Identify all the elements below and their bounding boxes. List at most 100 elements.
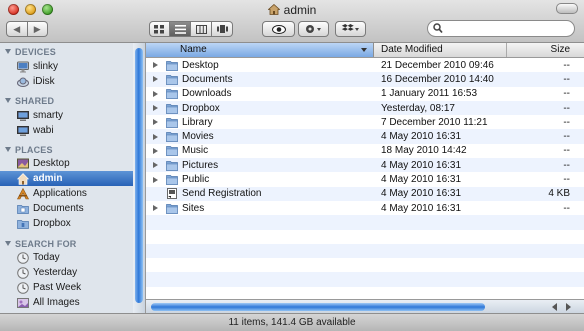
clock-icon — [17, 266, 29, 279]
search-input[interactable] — [448, 22, 568, 34]
folder-icon — [166, 103, 178, 114]
file-name: Public — [182, 174, 210, 186]
coverflow-icon — [216, 24, 228, 33]
quick-look-button[interactable] — [262, 21, 295, 37]
folder-icon — [166, 146, 178, 157]
disclosure-triangle-icon[interactable] — [153, 133, 158, 140]
disclosure-triangle-icon[interactable] — [153, 76, 158, 83]
folder-icon — [166, 160, 178, 171]
file-row[interactable]: Pictures 4 May 2010 16:31 -- — [146, 158, 584, 173]
list-view-button[interactable] — [170, 21, 191, 37]
idisk-icon — [17, 77, 29, 87]
coverflow-view-button[interactable] — [212, 21, 233, 37]
disclosure-triangle-icon[interactable] — [153, 62, 158, 69]
file-row[interactable]: Downloads 1 January 2011 16:53 -- — [146, 87, 584, 101]
disclosure-triangle-icon[interactable] — [153, 147, 158, 154]
date-modified: 21 December 2010 09:46 — [381, 59, 494, 71]
sidebar-item-applications[interactable]: Applications — [0, 186, 133, 201]
sidebar-item-label: admin — [33, 173, 63, 184]
icon-view-button[interactable] — [149, 21, 170, 37]
file-name: Music — [182, 145, 209, 157]
section-label: SHARED — [15, 96, 55, 106]
date-modified: 7 December 2010 11:21 — [381, 116, 488, 128]
sidebar-item-label: wabi — [33, 125, 54, 136]
sidebar-item-label: Past Week — [33, 282, 82, 293]
sidebar: DEVICES slinky iDisk SHARED smarty wabi … — [0, 43, 134, 313]
disclosure-triangle-icon — [5, 241, 11, 246]
file-row[interactable]: Send Registration 4 May 2010 16:31 4 KB — [146, 186, 584, 201]
disclosure-triangle-icon[interactable] — [153, 90, 158, 97]
toolbar-toggle-button[interactable] — [556, 3, 578, 14]
empty-row — [146, 258, 584, 272]
sidebar-item-label: Applications — [33, 188, 87, 199]
sidebar-section-places[interactable]: PLACES — [5, 145, 53, 155]
sidebar-section-shared[interactable]: SHARED — [5, 96, 54, 106]
file-name: Desktop — [182, 59, 219, 71]
forward-button[interactable]: ▶ — [27, 21, 48, 37]
sidebar-scrollbar[interactable] — [133, 43, 146, 313]
disclosure-triangle-icon[interactable] — [153, 105, 158, 112]
column-view-button[interactable] — [191, 21, 212, 37]
date-modified: 4 May 2010 16:31 — [381, 188, 462, 200]
date-modified: 4 May 2010 16:31 — [381, 159, 462, 171]
file-row[interactable]: Movies 4 May 2010 16:31 -- — [146, 129, 584, 144]
sidebar-item-slinky[interactable]: slinky — [0, 59, 133, 74]
column-header-size[interactable]: Size — [507, 43, 584, 57]
disclosure-triangle-icon[interactable] — [153, 176, 158, 183]
file-row[interactable]: Desktop 21 December 2010 09:46 -- — [146, 58, 584, 72]
search-field[interactable] — [427, 20, 575, 37]
status-bar: 11 items, 141.4 GB available — [0, 313, 584, 331]
scroll-right-arrow-icon[interactable] — [566, 303, 571, 311]
sidebar-item-desktop[interactable]: Desktop — [0, 156, 133, 171]
action-menu-button[interactable] — [298, 21, 329, 37]
horizontal-scroll-thumb[interactable] — [151, 303, 485, 311]
disclosure-triangle-icon[interactable] — [153, 119, 158, 126]
finder-window: admin ◀ ▶ DEVICES slinky iDisk SHARED sm… — [0, 0, 584, 331]
column-header-name[interactable]: Name — [146, 43, 374, 57]
sidebar-item-today[interactable]: Today — [0, 250, 133, 265]
sidebar-item-wabi[interactable]: wabi — [0, 123, 133, 138]
back-button[interactable]: ◀ — [6, 21, 28, 37]
file-row[interactable]: Dropbox Yesterday, 08:17 -- — [146, 100, 584, 116]
disclosure-triangle-icon[interactable] — [153, 205, 158, 212]
sidebar-item-yesterday[interactable]: Yesterday — [0, 265, 133, 280]
sidebar-item-label: iDisk — [33, 76, 55, 87]
sidebar-item-all-images[interactable]: All Images — [0, 295, 133, 310]
file-row[interactable]: Documents 16 December 2010 14:40 -- — [146, 72, 584, 87]
file-size: -- — [563, 174, 570, 186]
empty-row — [146, 215, 584, 230]
imac-icon — [17, 61, 29, 72]
date-modified: 18 May 2010 14:42 — [381, 145, 467, 157]
file-size: 4 KB — [548, 188, 570, 200]
sidebar-section-search-for[interactable]: SEARCH FOR — [5, 239, 77, 249]
file-row[interactable]: Library 7 December 2010 11:21 -- — [146, 115, 584, 129]
sidebar-section-devices[interactable]: DEVICES — [5, 47, 56, 57]
clock-icon — [17, 281, 29, 294]
sidebar-scroll-thumb[interactable] — [135, 48, 143, 303]
file-row[interactable]: Music 18 May 2010 14:42 -- — [146, 144, 584, 158]
sidebar-item-smarty[interactable]: smarty — [0, 108, 133, 123]
scroll-left-arrow-icon[interactable] — [552, 303, 557, 311]
window-title-text: admin — [283, 3, 317, 17]
window-title: admin — [0, 3, 584, 17]
sidebar-item-admin[interactable]: admin — [0, 171, 133, 186]
dropbox-menu-button[interactable] — [335, 21, 366, 37]
file-row[interactable]: Sites 4 May 2010 16:31 -- — [146, 201, 584, 215]
column-header-date-modified[interactable]: Date Modified — [374, 43, 507, 57]
sort-descending-icon — [361, 48, 367, 52]
sidebar-item-dropbox[interactable]: Dropbox — [0, 216, 133, 231]
eye-icon — [271, 24, 286, 34]
file-size: -- — [563, 159, 570, 171]
sidebar-item-idisk[interactable]: iDisk — [0, 74, 133, 89]
section-label: DEVICES — [15, 47, 56, 57]
disclosure-triangle-icon[interactable] — [153, 162, 158, 169]
horizontal-scrollbar[interactable] — [146, 299, 584, 314]
monitor-icon — [17, 125, 29, 136]
file-name: Documents — [182, 73, 233, 85]
file-row[interactable]: Public 4 May 2010 16:31 -- — [146, 172, 584, 186]
sidebar-item-documents[interactable]: Documents — [0, 201, 133, 216]
sidebar-item-past-week[interactable]: Past Week — [0, 280, 133, 295]
file-size: -- — [563, 59, 570, 71]
file-name: Library — [182, 116, 213, 128]
empty-row — [146, 243, 584, 259]
